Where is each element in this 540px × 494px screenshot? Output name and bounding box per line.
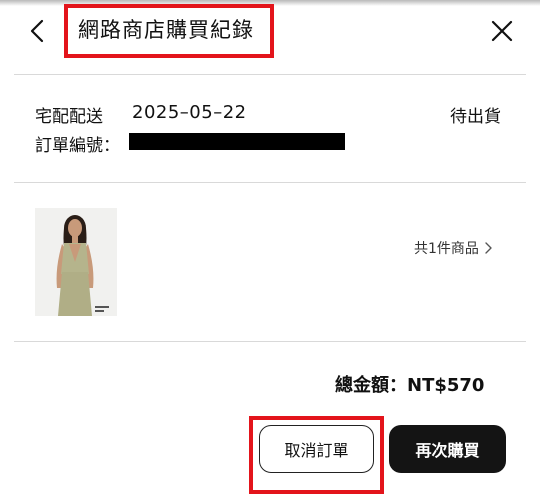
chevron-left-icon — [30, 19, 44, 47]
buy-again-button[interactable]: 再次購買 — [389, 425, 506, 473]
delivery-method: 宅配配送 — [35, 107, 103, 127]
back-button[interactable] — [22, 18, 52, 48]
chevron-right-icon — [485, 242, 492, 254]
page-title: 網路商店購買紀錄 — [78, 18, 254, 42]
item-count-link[interactable]: 共1件商品 — [414, 238, 492, 258]
order-date: 2025–05–22 — [132, 102, 247, 123]
purchase-record-page: 網路商店購買紀錄 宅配配送 2025–05–22 待出貨 訂單編號： 共1件商品… — [0, 0, 540, 494]
cancel-order-button[interactable]: 取消訂單 — [259, 425, 374, 473]
divider — [14, 341, 526, 342]
item-count-label: 共1件商品 — [414, 241, 479, 257]
header: 網路商店購買紀錄 — [0, 0, 540, 70]
close-button[interactable] — [486, 17, 518, 49]
product-image — [35, 208, 117, 316]
divider — [14, 182, 526, 183]
total-amount: 總金額：NT$570 — [335, 375, 485, 396]
divider — [14, 74, 526, 75]
order-status: 待出貨 — [450, 107, 501, 127]
order-number-label: 訂單編號： — [35, 136, 120, 156]
close-icon — [491, 20, 513, 46]
product-thumbnail[interactable] — [35, 208, 117, 316]
order-number-redacted — [129, 133, 345, 150]
